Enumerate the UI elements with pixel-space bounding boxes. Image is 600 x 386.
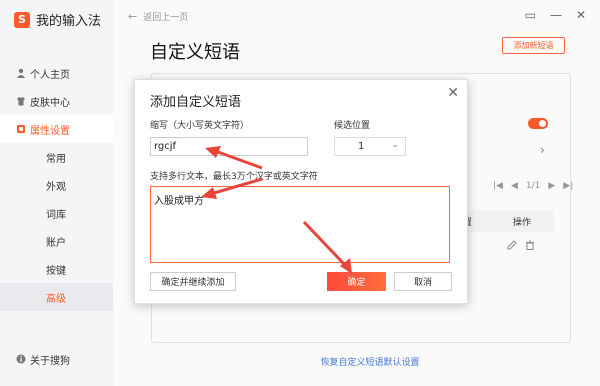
sidebar-nav: 个人主页 皮肤中心 属性设置 常用 外观 词库 账户 按键 高级: [0, 59, 113, 311]
sidebar-subitem-label: 按键: [46, 265, 66, 277]
user-icon: [17, 68, 25, 78]
sidebar-subitem-common[interactable]: 常用: [0, 143, 113, 171]
sidebar-subitem-appearance[interactable]: 外观: [0, 171, 113, 199]
sidebar-subitem-label: 外观: [46, 181, 66, 193]
sidebar-item-skins[interactable]: 皮肤中心: [0, 87, 113, 115]
sidebar-subitem-label: 词库: [46, 209, 66, 221]
add-phrase-dialog: 添加自定义短语 ✕ 缩写（大小写英文字符） 候选位置 rgcjf 1 ⌄ 支持多…: [134, 79, 468, 304]
app-logo: S: [14, 11, 30, 28]
sidebar-item-settings[interactable]: 属性设置: [0, 115, 113, 143]
sidebar-item-home[interactable]: 个人主页: [0, 59, 113, 87]
sidebar: S 我的输入法 个人主页 皮肤中心 属性设置 常用 外观 词库 账户 按键 高级…: [0, 0, 113, 386]
sidebar-subitem-advanced[interactable]: 高级: [0, 283, 113, 311]
cancel-button[interactable]: 取消: [394, 272, 452, 291]
sidebar-subitem-label: 账户: [46, 237, 66, 249]
phrase-textarea[interactable]: 入股成甲方: [150, 186, 450, 263]
abbr-label: 缩写（大小写英文字符）: [150, 121, 250, 131]
sidebar-subitem-lexicon[interactable]: 词库: [0, 199, 113, 227]
sidebar-item-label: 个人主页: [30, 69, 70, 81]
text-label: 支持多行文本，最长3万个汉字或英文字符: [150, 172, 318, 182]
chevron-down-icon: ⌄: [391, 140, 399, 150]
position-select[interactable]: 1 ⌄: [334, 137, 406, 156]
sidebar-item-label: 属性设置: [30, 125, 70, 137]
settings-icon: [17, 125, 25, 133]
app-header: S 我的输入法: [14, 10, 101, 29]
sidebar-subitem-keys[interactable]: 按键: [0, 255, 113, 283]
confirm-and-continue-button[interactable]: 确定并继续添加: [150, 272, 236, 291]
close-icon[interactable]: ✕: [447, 85, 459, 101]
shirt-icon: [17, 97, 25, 106]
sidebar-subitem-label: 常用: [46, 153, 66, 165]
sidebar-subitem-label: 高级: [46, 293, 66, 305]
confirm-button[interactable]: 确定: [327, 272, 386, 291]
abbr-input[interactable]: rgcjf: [150, 137, 308, 156]
position-value: 1: [358, 141, 365, 152]
app-title: 我的输入法: [36, 14, 102, 29]
position-label: 候选位置: [334, 121, 371, 131]
sidebar-subitem-account[interactable]: 账户: [0, 227, 113, 255]
sidebar-item-label: 皮肤中心: [30, 97, 70, 109]
dialog-title: 添加自定义短语: [150, 95, 242, 110]
